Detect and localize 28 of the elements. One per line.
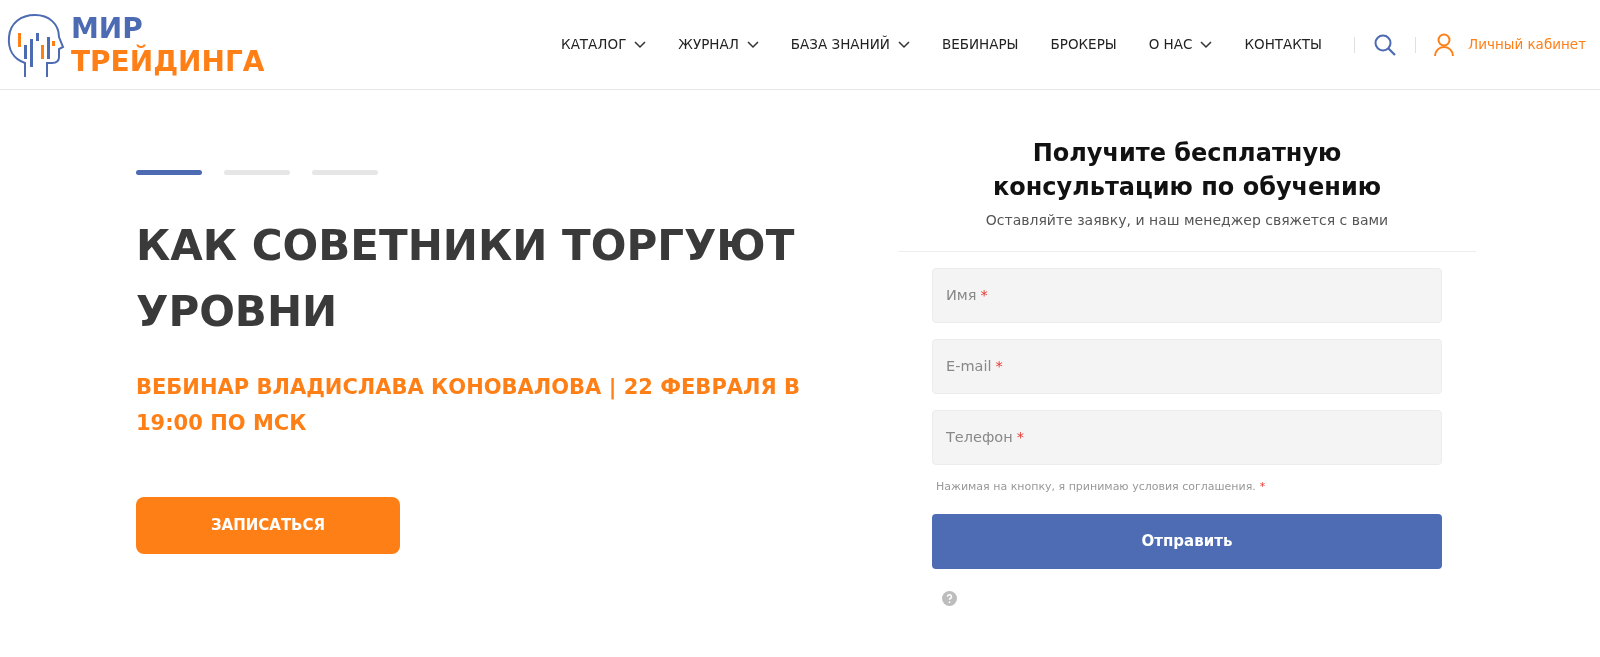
required-mark: *: [1259, 479, 1266, 495]
slide-indicator[interactable]: [312, 170, 378, 175]
slide-indicator[interactable]: [224, 170, 290, 175]
input-field[interactable]: Имя *: [932, 268, 1442, 323]
consent-text: Нажимая на кнопку, я принимаю условия соглашения.: [936, 479, 1256, 495]
hero-subtitle: ВЕБИНАР ВЛАДИСЛАВА КОНОВАЛОВА | 22 ФЕВРАЛЯ В 19:00 ПО МСК: [136, 374, 801, 437]
slide-indicator[interactable]: [136, 170, 202, 175]
nav-link[interactable]: ВЕБИНАРЫ: [941, 34, 1019, 55]
required-mark: *: [1016, 427, 1024, 447]
input-field[interactable]: Телефон *: [932, 410, 1442, 465]
search-icon[interactable]: [1373, 32, 1397, 57]
submit-button[interactable]: Отправить: [932, 513, 1442, 569]
help-icon[interactable]: [942, 590, 957, 606]
nav-link[interactable]: КОНТАКТЫ: [1244, 34, 1322, 55]
nav-link[interactable]: БРОКЕРЫ: [1050, 34, 1117, 55]
logo-text: МИР: [71, 11, 143, 45]
form-subtitle: Оставляйте заявку, и наш менеджер свяжется с вами: [985, 211, 1389, 230]
input-field[interactable]: E-mail *: [932, 339, 1442, 394]
nav-link[interactable]: О НАС: [1148, 34, 1213, 55]
required-mark: *: [995, 356, 1003, 376]
logo-text: ТРЕЙДИНГА: [71, 44, 265, 78]
nav-link[interactable]: ЖУРНАЛ: [678, 34, 759, 55]
nav-link[interactable]: КАТАЛОГ: [561, 34, 647, 55]
form-title: Получите бесплатную консультацию по обучению: [991, 138, 1383, 203]
user-icon: [1434, 32, 1454, 57]
nav-link[interactable]: БАЗА ЗНАНИЙ: [790, 34, 910, 55]
hero-title: КАК СОВЕТНИКИ ТОРГУЮТ УРОВНИ: [136, 220, 796, 338]
required-mark: *: [980, 285, 988, 305]
